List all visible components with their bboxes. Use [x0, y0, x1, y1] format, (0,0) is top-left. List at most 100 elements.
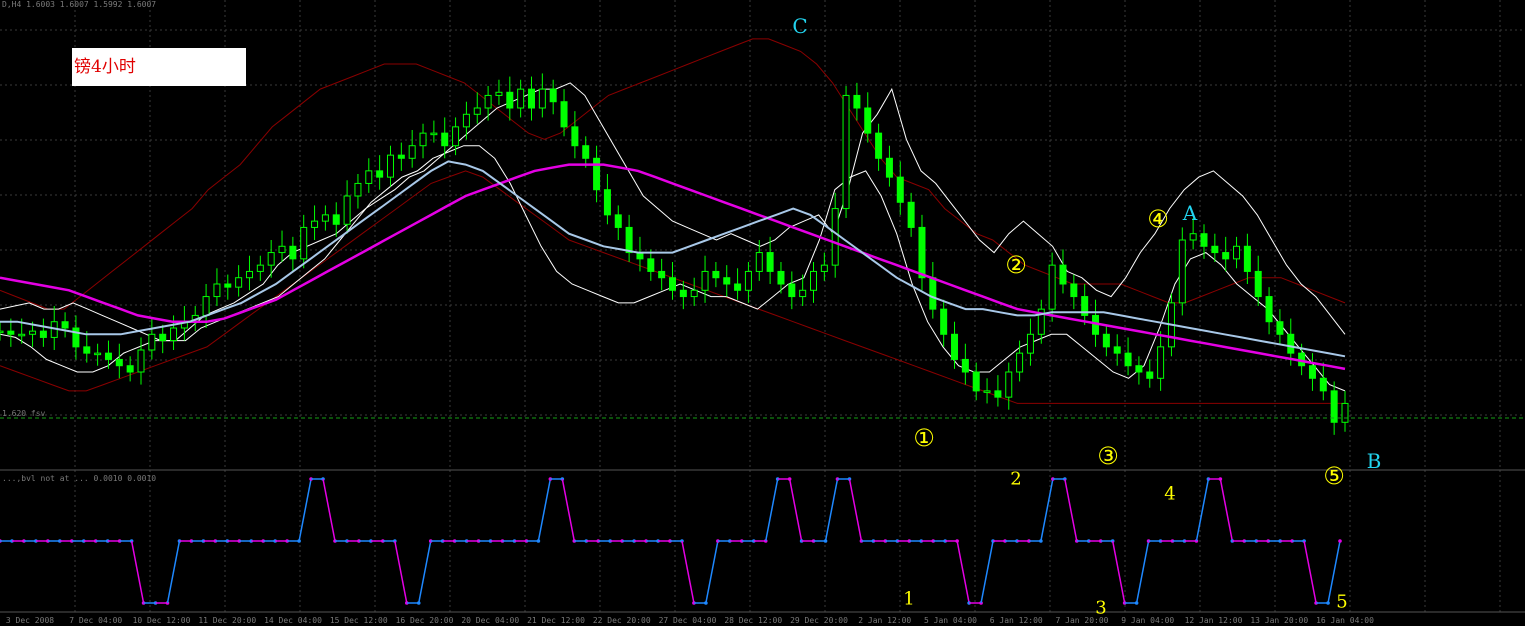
indicator-segment — [322, 478, 336, 542]
candle-body — [126, 365, 134, 373]
candle-body — [603, 189, 611, 216]
candle-body — [72, 327, 80, 348]
candle-body — [321, 214, 329, 222]
candle-body — [61, 321, 69, 329]
candle-body — [1287, 333, 1295, 354]
candle-body — [755, 252, 763, 272]
candle-body — [311, 220, 319, 228]
time-axis-label: 14 Dec 04:00 — [264, 616, 322, 625]
candle-body — [1026, 333, 1034, 354]
candle-body — [831, 208, 839, 266]
candle-body — [1222, 252, 1230, 260]
candle-body — [1189, 233, 1197, 241]
time-axis-label: 3 Dec 2008 — [6, 616, 54, 625]
candle-body — [983, 390, 991, 393]
time-axis-label: 10 Dec 12:00 — [133, 616, 191, 625]
indicator-header: ...,bvl not at ... 0.0010 0.0010 — [2, 474, 157, 483]
wave-label-circled: ③ — [1097, 442, 1119, 470]
level-label: 1.620 fsv — [2, 409, 46, 418]
candle-body — [1124, 352, 1132, 367]
wave-label-circled: ④ — [1147, 205, 1169, 233]
indicator-wave-label: 3 — [1095, 598, 1106, 619]
candle-body — [1211, 245, 1219, 254]
candle-body — [1265, 296, 1273, 323]
candle-body — [397, 154, 405, 159]
candle-body — [137, 349, 145, 373]
indicator-segment — [1040, 478, 1054, 542]
indicator-segment — [681, 540, 695, 604]
candle-body — [1146, 371, 1154, 379]
indicator-segment — [1303, 540, 1317, 604]
candle-body — [799, 289, 807, 298]
time-axis-label: 15 Dec 12:00 — [330, 616, 388, 625]
candle-body — [972, 371, 980, 392]
candle-body — [593, 157, 601, 191]
time-axis-label: 28 Dec 12:00 — [724, 616, 782, 625]
abc-label: A — [1182, 201, 1198, 225]
candle-body — [723, 277, 731, 285]
indicator-segment — [956, 540, 970, 604]
candle-body — [690, 289, 698, 298]
candle-body — [332, 214, 340, 225]
candle-body — [94, 352, 102, 356]
indicator-wave-label: 4 — [1164, 484, 1175, 505]
chart-header: D,H4 1.6003 1.6007 1.5992 1.6007 — [2, 0, 157, 9]
candle-body — [159, 333, 167, 342]
wave-indicator — [0, 477, 1342, 605]
candle-body — [148, 333, 156, 351]
time-axis-label: 11 Dec 20:00 — [198, 616, 256, 625]
candle-body — [1308, 365, 1316, 379]
candle-body — [170, 327, 178, 342]
time-axis-label: 7 Dec 04:00 — [69, 616, 122, 625]
candle-body — [267, 252, 275, 266]
wave-label-circled: ② — [1005, 251, 1027, 279]
candle-body — [907, 201, 915, 228]
candle-body — [712, 270, 720, 279]
price-chart: 3 Dec 2008 7 Dec 04:00 10 Dec 12:00 11 Dec … — [0, 0, 1525, 625]
wave-label-circled: ⑤ — [1323, 462, 1345, 490]
candle-body — [452, 126, 460, 147]
candle-body — [625, 226, 633, 254]
candle-body — [484, 94, 492, 109]
candle-body — [929, 277, 937, 310]
candle-body — [1016, 352, 1024, 373]
candle-body — [820, 264, 828, 272]
candle-body — [39, 330, 47, 338]
candle-body — [278, 245, 286, 254]
candle-body — [1243, 245, 1251, 272]
candle-body — [1102, 333, 1110, 348]
candle-body — [853, 94, 861, 109]
time-axis-label: 16 Jan 04:00 — [1316, 616, 1374, 625]
candle-body — [896, 176, 904, 203]
candlesticks — [0, 73, 1349, 435]
candle-body — [235, 277, 243, 288]
abc-label: B — [1367, 449, 1382, 473]
candle-body — [517, 88, 525, 109]
candle-body — [788, 283, 796, 298]
upper-envelope-line — [0, 82, 1346, 342]
candle-body — [1070, 283, 1078, 298]
candle-body — [1157, 346, 1165, 379]
time-axis-label: 2 Jan 12:00 — [858, 616, 911, 625]
candle-body — [951, 333, 959, 360]
candle-body — [115, 358, 123, 367]
indicator-segment — [788, 478, 803, 542]
candle-body — [1319, 377, 1327, 392]
title-label: 镑4小时 — [74, 57, 136, 77]
candle-body — [918, 226, 926, 279]
indicator-segment — [298, 478, 312, 542]
candle-body — [1341, 402, 1349, 423]
indicator-segment — [705, 540, 719, 604]
time-axis-label: 21 Dec 12:00 — [527, 616, 585, 625]
time-axis-label: 9 Jan 04:00 — [1121, 616, 1174, 625]
candle-body — [1276, 321, 1284, 335]
candle-body — [462, 113, 470, 128]
candle-body — [875, 132, 883, 159]
candle-body — [1135, 365, 1143, 373]
candle-body — [679, 289, 687, 298]
candle-body — [1178, 239, 1186, 304]
candle-body — [408, 145, 416, 159]
indicator-segment — [764, 478, 779, 542]
candle-body — [29, 330, 37, 335]
indicator-segment — [166, 540, 181, 604]
